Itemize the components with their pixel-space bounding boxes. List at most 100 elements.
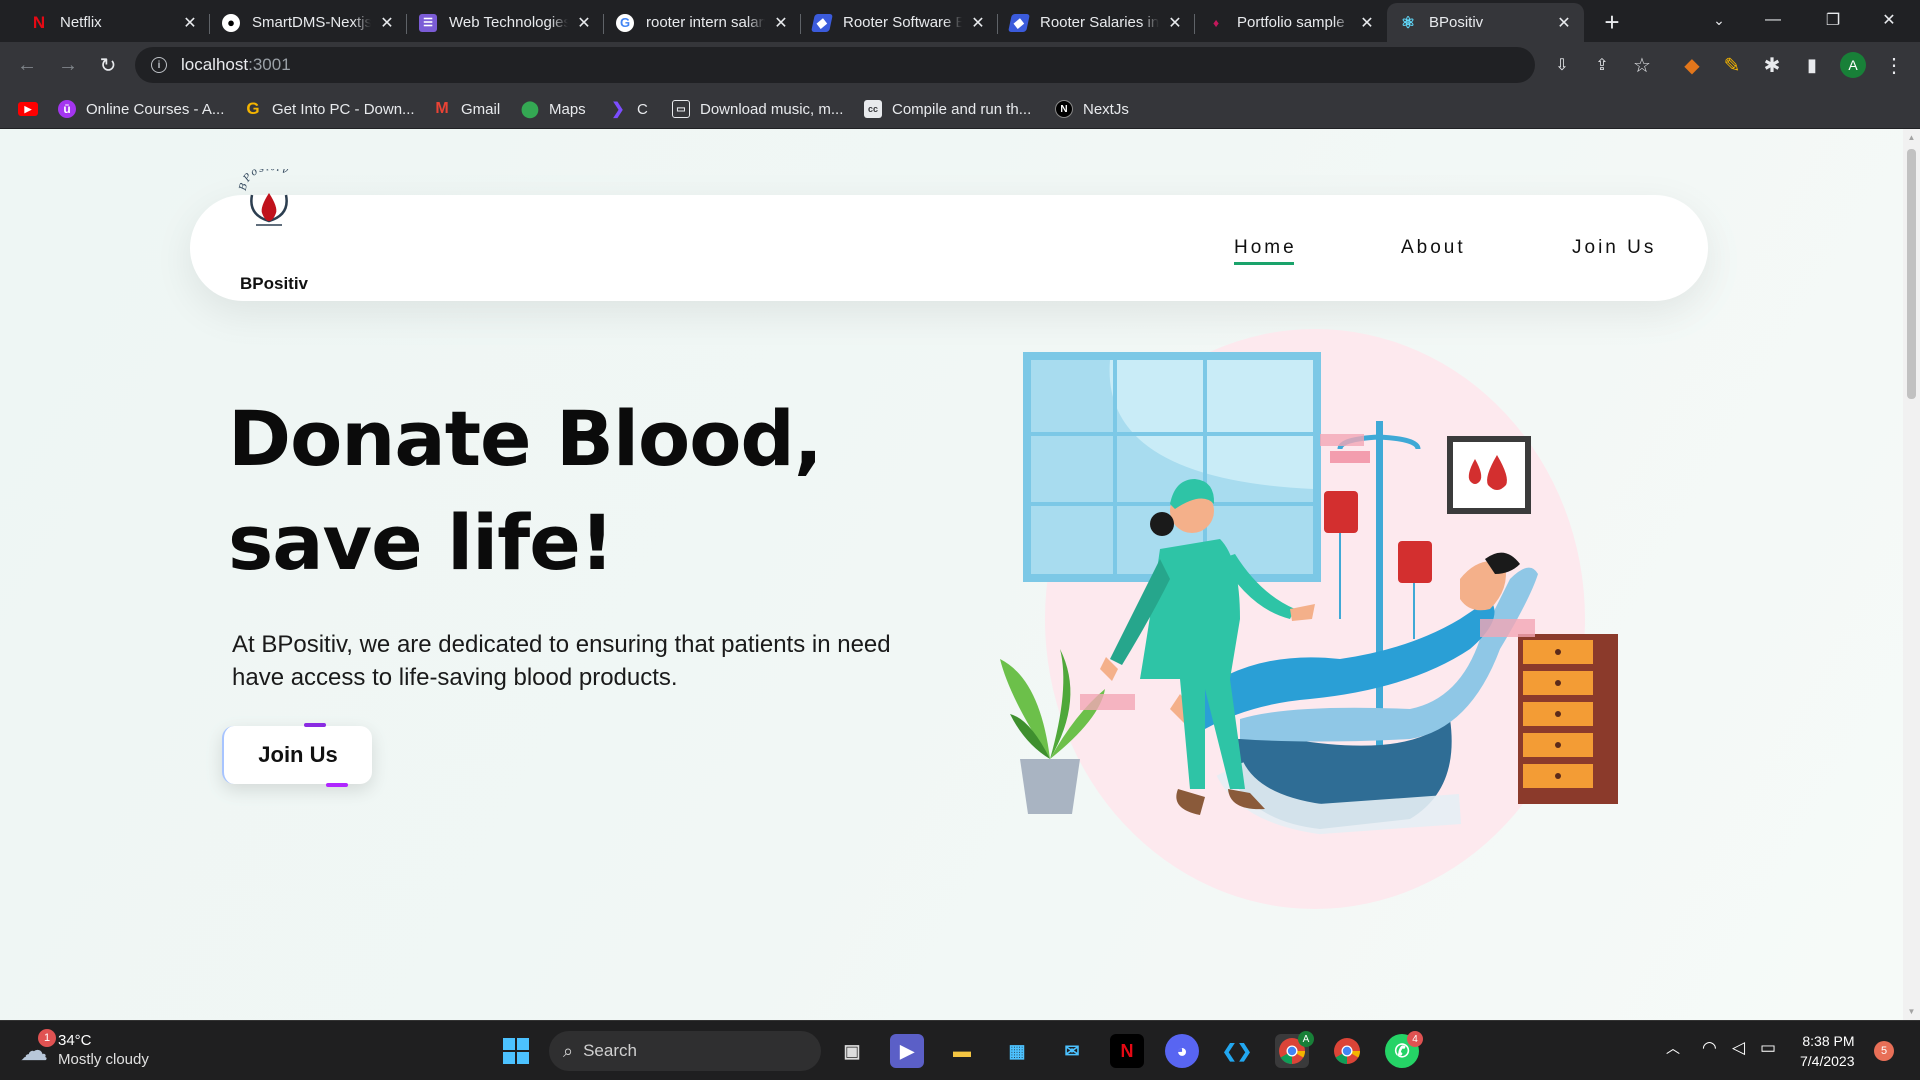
tab-search-icon[interactable]: ⌄ <box>1696 0 1742 40</box>
profile-avatar[interactable]: A <box>1840 52 1866 78</box>
react-icon: ⚛ <box>1400 14 1416 32</box>
bookmark-nextjs[interactable]: N NextJs <box>1055 96 1129 122</box>
windows-taskbar: ☁ 1 34°C Mostly cloudy ⌕ Search ▣ ▶ ▬ ▦ … <box>0 1020 1920 1080</box>
store-icon[interactable]: ▦ <box>1000 1034 1034 1068</box>
teams-icon[interactable]: ▶ <box>890 1034 924 1068</box>
list-icon: ☰ <box>419 13 437 32</box>
windows-start-icon[interactable] <box>499 1034 533 1068</box>
system-clock[interactable]: 8:38 PM 7/4/2023 <box>1800 1031 1855 1071</box>
tab-portfolio[interactable]: ♦ Portfolio sample ✕ <box>1195 3 1387 42</box>
nav-about[interactable]: About <box>1401 237 1466 259</box>
forward-icon[interactable]: → <box>54 51 82 79</box>
tab-web-technologies[interactable]: ☰ Web Technologies ✕ <box>407 3 604 42</box>
bookmarks-bar: ▶ ū Online Courses - A... G Get Into PC … <box>0 88 1920 129</box>
scroll-up-icon[interactable]: ▲ <box>1907 133 1916 142</box>
task-view-icon[interactable]: ▣ <box>835 1034 869 1068</box>
chrome-icon-2[interactable] <box>1330 1034 1364 1068</box>
brand-name: BPositiv <box>240 274 309 293</box>
bookmark-label: Compile and run th... <box>892 100 1032 118</box>
tab-strip: N Netflix ✕ ● SmartDMS-Nextjs ✕ ☰ Web Te… <box>0 0 1920 42</box>
battery-icon[interactable]: ▭ <box>1760 1038 1776 1058</box>
close-icon[interactable]: ✕ <box>574 13 594 33</box>
tab-bpositiv[interactable]: ⚛ BPositiv ✕ <box>1387 3 1584 42</box>
page-scrollbar[interactable]: ▲ ▼ <box>1903 129 1920 1020</box>
tab-title: BPositiv <box>1429 14 1484 31</box>
file-explorer-icon[interactable]: ▬ <box>945 1034 979 1068</box>
bookmark-getintopc[interactable]: G Get Into PC - Down... <box>244 96 414 122</box>
github-icon: ● <box>222 13 240 32</box>
page-viewport: BPositiv BPositiv Home About Join Us Don… <box>0 129 1903 1020</box>
search-label: Search <box>583 1041 637 1060</box>
button-accent <box>326 783 348 787</box>
side-panel-icon[interactable]: ▮ <box>1798 51 1826 79</box>
tab-title: Portfolio sample <box>1237 14 1345 31</box>
restore-icon[interactable]: ❐ <box>1810 0 1856 40</box>
tab-rooter-salaries[interactable]: ◆ Rooter Salaries in ✕ <box>998 3 1195 42</box>
wifi-icon[interactable]: ◠ <box>1702 1038 1717 1058</box>
tab-smartdms[interactable]: ● SmartDMS-Nextjs ✕ <box>210 3 407 42</box>
taskbar-search[interactable]: ⌕ Search <box>549 1031 821 1071</box>
bookmark-compile-run[interactable]: cc Compile and run th... <box>864 96 1031 122</box>
window-close-icon[interactable]: ✕ <box>1866 0 1912 40</box>
extensions-icon[interactable]: ✱ <box>1758 51 1786 79</box>
close-icon[interactable]: ✕ <box>377 13 397 33</box>
bookmark-maps[interactable]: ⬤ Maps <box>521 96 586 122</box>
close-icon[interactable]: ✕ <box>968 13 988 33</box>
url-port: :3001 <box>248 55 291 74</box>
close-icon[interactable]: ✕ <box>1554 13 1574 33</box>
discord-icon[interactable]: ◕ <box>1165 1034 1199 1068</box>
tab-rooter-intern[interactable]: G rooter intern salary ✕ <box>604 3 801 42</box>
menu-icon[interactable]: ⋮ <box>1880 51 1908 79</box>
svg-text:BPositiv: BPositiv <box>238 169 291 193</box>
join-us-label: Join Us <box>258 742 338 767</box>
bookmark-label: C <box>637 100 648 118</box>
close-icon[interactable]: ✕ <box>1165 13 1185 33</box>
nav-join-us[interactable]: Join Us <box>1572 237 1656 259</box>
getintopc-icon: G <box>246 99 260 118</box>
scrollbar-thumb[interactable] <box>1907 149 1916 399</box>
rooter-icon: ◆ <box>811 13 833 32</box>
close-icon[interactable]: ✕ <box>180 13 200 33</box>
bookmark-online-courses[interactable]: ū Online Courses - A... <box>58 96 224 122</box>
bookmark-label: Gmail <box>461 100 501 118</box>
browser-toolbar: ← → ↻ i localhost:3001 ⇩ ⇪ ☆ ◆ ✎ ✱ ▮ ⋮ <box>0 42 1920 88</box>
bookmark-download-music[interactable]: ▭ Download music, m... <box>672 96 843 122</box>
scroll-down-icon[interactable]: ▼ <box>1907 1007 1916 1016</box>
bookmark-gmail[interactable]: M Gmail <box>433 96 500 122</box>
close-icon[interactable]: ✕ <box>1357 13 1377 33</box>
reload-icon[interactable]: ↻ <box>94 51 122 79</box>
new-tab-button[interactable]: + <box>1598 7 1626 37</box>
join-us-button[interactable]: Join Us <box>222 723 372 787</box>
search-icon: ⌕ <box>563 1040 574 1061</box>
metamask-icon[interactable]: ◆ <box>1678 51 1706 79</box>
tab-rooter-software[interactable]: ◆ Rooter Software Engineer ✕ <box>801 3 998 42</box>
bookmark-youtube[interactable]: ▶ <box>18 96 48 122</box>
site-info-icon[interactable]: i <box>151 57 167 73</box>
address-bar[interactable]: i localhost:3001 <box>135 47 1535 83</box>
bookmark-c[interactable]: ❯ C <box>609 96 648 122</box>
bpositiv-logo[interactable]: BPositiv <box>238 169 302 233</box>
tray-overflow-icon[interactable]: ︿ <box>1666 1038 1680 1058</box>
notification-badge[interactable]: 5 <box>1874 1041 1894 1061</box>
share-icon[interactable]: ⇪ <box>1588 51 1616 79</box>
hero-title: Donate Blood, save life! <box>228 387 823 595</box>
url-host: localhost <box>181 55 249 74</box>
vscode-icon[interactable]: ❮❯ <box>1220 1034 1254 1068</box>
netflix-app-icon[interactable]: N <box>1110 1034 1144 1068</box>
pen-extension-icon[interactable]: ✎ <box>1718 51 1746 79</box>
install-icon[interactable]: ⇩ <box>1548 51 1576 79</box>
tab-netflix[interactable]: N Netflix ✕ <box>18 3 210 42</box>
logo-arc-text: BPositiv <box>238 169 289 193</box>
volume-icon[interactable]: ◁ <box>1732 1038 1745 1058</box>
weather-widget[interactable]: ☁ 1 34°C Mostly cloudy <box>20 1029 149 1069</box>
mail-icon[interactable]: ✉ <box>1055 1034 1089 1068</box>
tab-title: SmartDMS-Nextjs <box>252 14 371 31</box>
close-icon[interactable]: ✕ <box>771 13 791 33</box>
bookmark-star-icon[interactable]: ☆ <box>1628 51 1656 79</box>
nav-home[interactable]: Home <box>1234 237 1297 265</box>
weather-temp: 34°C <box>58 1032 92 1049</box>
hero-description: At BPositiv, we are dedicated to ensurin… <box>232 631 891 691</box>
back-icon[interactable]: ← <box>13 51 41 79</box>
window-illustration <box>1023 352 1321 582</box>
minimize-icon[interactable]: — <box>1750 0 1796 40</box>
